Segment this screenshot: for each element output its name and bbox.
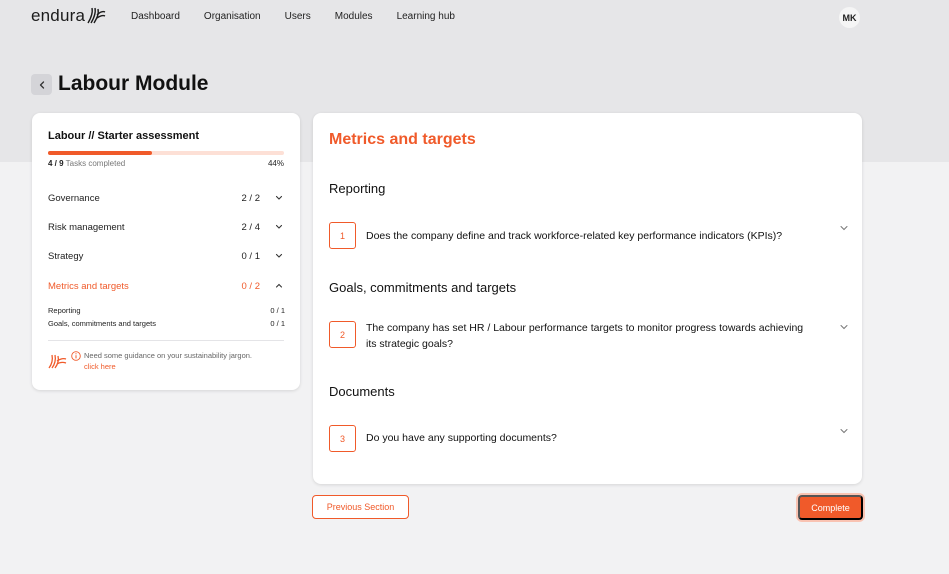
assessment-sidebar: Labour // Starter assessment 4 / 9 Tasks… xyxy=(32,113,300,390)
section-count: 2 / 2 xyxy=(241,192,261,204)
back-button[interactable] xyxy=(31,74,52,95)
tasks-count: 4 / 9 xyxy=(48,159,64,168)
section-count: 2 / 4 xyxy=(241,221,261,233)
info-icon xyxy=(71,351,81,361)
chevron-down-icon xyxy=(274,251,284,261)
progress-percent: 44% xyxy=(267,159,284,168)
divider xyxy=(48,340,284,341)
nav-users[interactable]: Users xyxy=(285,11,311,22)
question-text: Do you have any supporting documents? xyxy=(366,432,557,444)
group-title-reporting: Reporting xyxy=(329,181,386,196)
section-title: Metrics and targets xyxy=(329,131,476,148)
subsection-label: Goals, commitments and targets xyxy=(48,319,156,328)
subsection-count: 0 / 1 xyxy=(270,306,285,315)
section-label: Strategy xyxy=(48,250,84,262)
progress-fill xyxy=(48,151,152,155)
question-2[interactable]: 2 The company has set HR / Labour perfor… xyxy=(329,321,849,352)
tasks-label: Tasks completed xyxy=(65,159,126,168)
section-governance[interactable]: Governance 2 / 2 xyxy=(48,190,284,206)
page-title: Labour Module xyxy=(58,72,209,95)
group-title-documents: Documents xyxy=(329,384,395,399)
question-number: 3 xyxy=(329,425,356,452)
chevron-down-icon[interactable] xyxy=(839,319,849,337)
question-number: 1 xyxy=(329,222,356,249)
chevron-up-icon xyxy=(274,281,284,291)
nav-learning-hub[interactable]: Learning hub xyxy=(397,11,455,22)
section-metrics-and-targets[interactable]: Metrics and targets 0 / 2 xyxy=(48,278,284,294)
group-title-goals: Goals, commitments and targets xyxy=(329,280,517,295)
guidance-note: Need some guidance on your sustainabilit… xyxy=(48,350,252,372)
chevron-down-icon[interactable] xyxy=(839,220,849,238)
nav-links: Dashboard Organisation Users Modules Lea… xyxy=(131,11,479,22)
top-nav: endura Dashboard Organisation Users Modu… xyxy=(0,0,949,34)
endura-wing-icon xyxy=(87,7,106,24)
questions-panel: Metrics and targets Reporting 1 Does the… xyxy=(313,113,862,484)
nav-dashboard[interactable]: Dashboard xyxy=(131,11,180,22)
avatar[interactable]: MK xyxy=(839,7,860,28)
logo[interactable]: endura xyxy=(31,6,106,26)
progress-bar xyxy=(48,151,284,155)
nav-modules[interactable]: Modules xyxy=(335,11,373,22)
section-label: Risk management xyxy=(48,221,125,233)
logo-text: endura xyxy=(31,6,86,25)
subsection-label: Reporting xyxy=(48,306,81,315)
assessment-title: Labour // Starter assessment xyxy=(48,130,200,142)
subsection-reporting[interactable]: Reporting 0 / 1 xyxy=(48,306,285,315)
question-3[interactable]: 3 Do you have any supporting documents? xyxy=(329,425,849,452)
section-label: Governance xyxy=(48,192,100,204)
tasks-completed: 4 / 9 Tasks completed xyxy=(48,159,125,168)
subsection-goals[interactable]: Goals, commitments and targets 0 / 1 xyxy=(48,319,285,328)
section-risk-management[interactable]: Risk management 2 / 4 xyxy=(48,219,284,235)
chevron-down-icon xyxy=(274,222,284,232)
section-count: 0 / 2 xyxy=(241,280,261,292)
chevron-left-icon xyxy=(39,80,44,89)
question-1[interactable]: 1 Does the company define and track work… xyxy=(329,222,849,249)
nav-organisation[interactable]: Organisation xyxy=(204,11,261,22)
question-text: The company has set HR / Labour performa… xyxy=(366,322,804,350)
subsection-count: 0 / 1 xyxy=(270,319,285,328)
guidance-message: Need some guidance on your sustainabilit… xyxy=(84,351,253,360)
chevron-down-icon xyxy=(274,193,284,203)
complete-button[interactable]: Complete xyxy=(798,495,863,520)
guidance-link[interactable]: click here xyxy=(84,361,252,372)
section-strategy[interactable]: Strategy 0 / 1 xyxy=(48,248,284,264)
endura-wing-icon xyxy=(48,354,67,369)
section-count: 0 / 1 xyxy=(241,250,261,262)
question-number: 2 xyxy=(329,321,356,348)
guidance-text: Need some guidance on your sustainabilit… xyxy=(84,350,252,372)
chevron-down-icon[interactable] xyxy=(839,423,849,441)
previous-section-button[interactable]: Previous Section xyxy=(312,495,409,519)
question-text: Does the company define and track workfo… xyxy=(366,230,783,242)
section-label: Metrics and targets xyxy=(48,280,129,292)
